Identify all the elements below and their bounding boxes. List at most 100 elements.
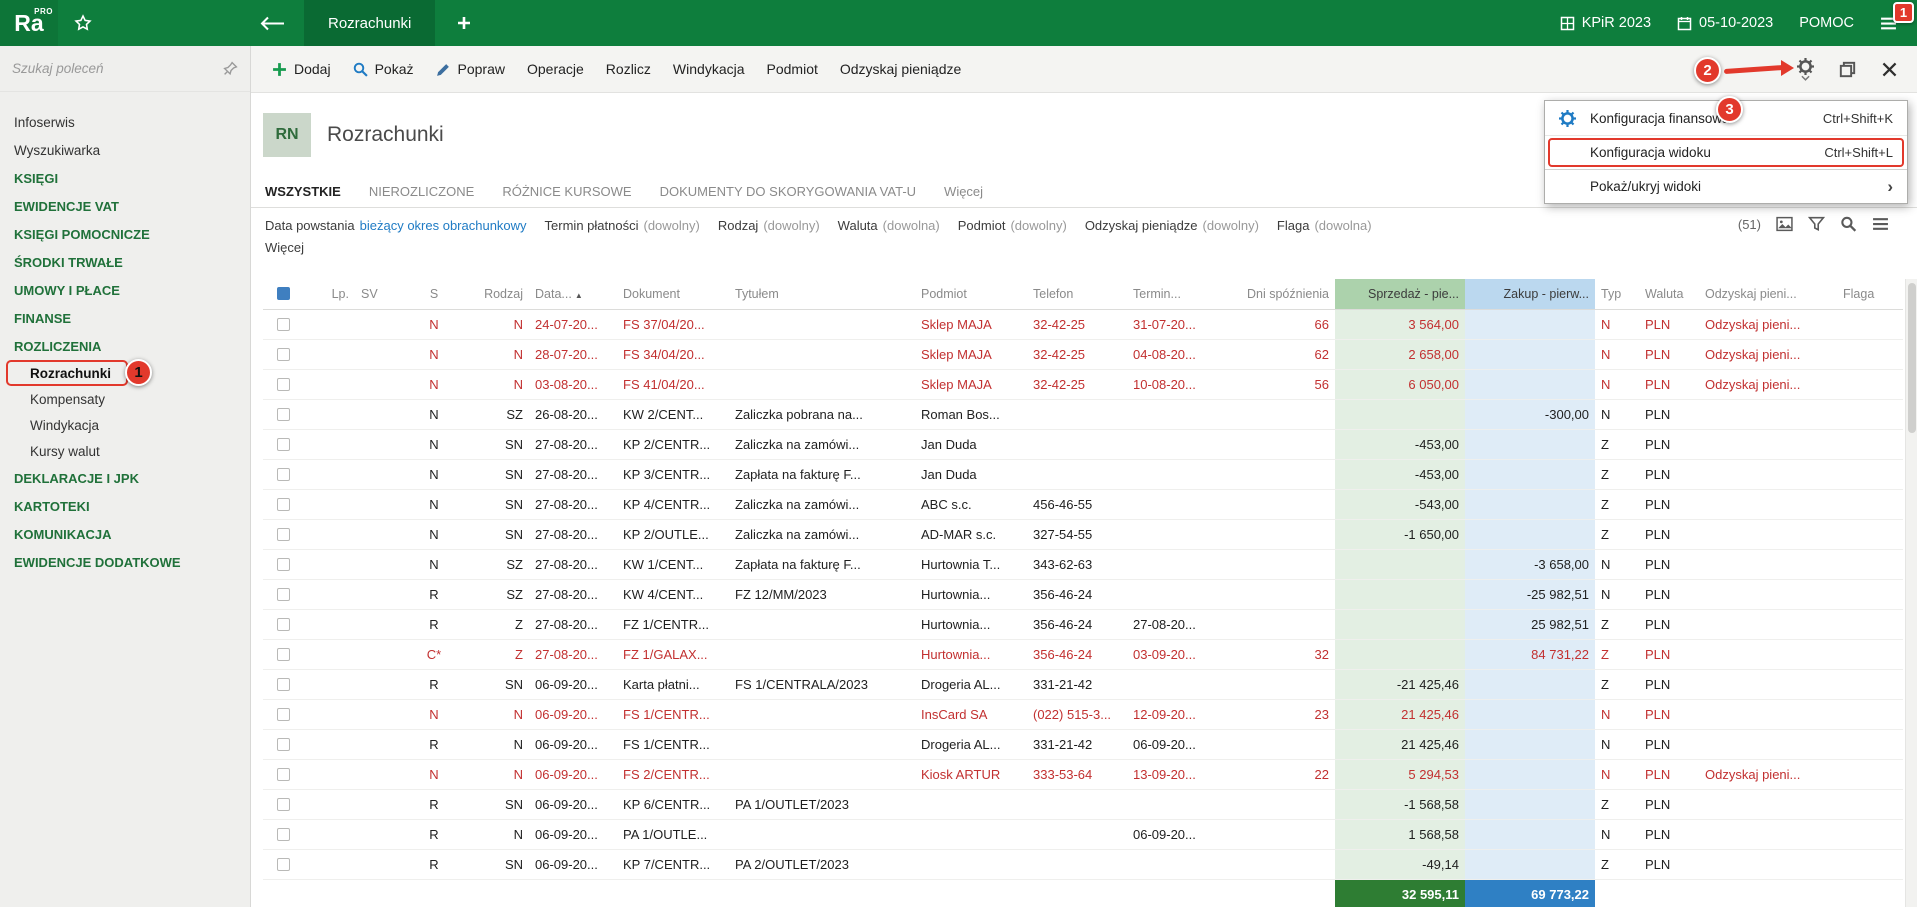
sidebar-item-srodki-trwale[interactable]: ŚRODKI TRWAŁE	[0, 248, 250, 276]
cell-cb[interactable]	[263, 759, 303, 789]
sidebar-item-infoserwis[interactable]: Infoserwis	[0, 108, 250, 136]
app-logo[interactable]: Ra PRO	[0, 0, 58, 46]
row-checkbox[interactable]	[277, 558, 290, 571]
cell-cb[interactable]	[263, 819, 303, 849]
tab-dokumenty-do-skorygowania-vat-u[interactable]: DOKUMENTY DO SKORYGOWANIA VAT-U	[660, 184, 916, 199]
scrollbar-thumb[interactable]	[1908, 283, 1916, 433]
back-arrow-icon[interactable]	[250, 0, 294, 46]
close-icon[interactable]	[1871, 50, 1907, 88]
search-list-icon[interactable]	[1840, 216, 1857, 232]
recover-money-link[interactable]: Odzyskaj pieni...	[1705, 377, 1800, 392]
help-button[interactable]: POMOC	[1799, 15, 1854, 31]
sidebar-item-wyszukiwarka[interactable]: Wyszukiwarka	[0, 136, 250, 164]
sidebar-item-kartoteki[interactable]: KARTOTEKI	[0, 492, 250, 520]
column-header-podmiot[interactable]: Podmiot	[915, 279, 1027, 309]
column-header-typ[interactable]: Typ	[1595, 279, 1639, 309]
tab-roznice-kursowe[interactable]: RÓŻNICE KURSOWE	[502, 184, 631, 199]
row-checkbox[interactable]	[277, 708, 290, 721]
row-checkbox[interactable]	[277, 348, 290, 361]
table-row[interactable]: NSN27-08-20...KP 2/OUTLE...Zaliczka na z…	[263, 519, 1903, 549]
column-header-telefon[interactable]: Telefon	[1027, 279, 1127, 309]
row-checkbox[interactable]	[277, 798, 290, 811]
column-header-dni[interactable]: Dni spóźnienia	[1217, 279, 1335, 309]
column-header-termin[interactable]: Termin...	[1127, 279, 1217, 309]
table-row[interactable]: RZ27-08-20...FZ 1/CENTR...Hurtownia...35…	[263, 609, 1903, 639]
cell-cb[interactable]	[263, 519, 303, 549]
vertical-scrollbar[interactable]	[1905, 279, 1917, 907]
sidebar-item-komunikacja[interactable]: KOMUNIKACJA	[0, 520, 250, 548]
company-selector[interactable]: KPiR 2023	[1560, 15, 1651, 31]
recover-money-link[interactable]: Odzyskaj pieni...	[1705, 317, 1800, 332]
toolbar-button-rozlicz[interactable]: Rozlicz	[595, 55, 662, 83]
notification-badge[interactable]: 1	[1893, 2, 1914, 23]
cell-cb[interactable]	[263, 489, 303, 519]
sidebar-item-kompensaty[interactable]: Kompensaty	[0, 386, 250, 412]
toolbar-button-pokaz[interactable]: Pokaż	[342, 55, 425, 83]
row-checkbox[interactable]	[277, 678, 290, 691]
favorites-star-icon[interactable]	[66, 6, 100, 40]
row-checkbox[interactable]	[277, 828, 290, 841]
new-tab-plus-icon[interactable]	[447, 6, 481, 40]
filter-funnel-icon[interactable]	[1808, 216, 1825, 232]
cell-cb[interactable]	[263, 399, 303, 429]
command-search-input[interactable]: Szukaj poleceń	[0, 46, 250, 92]
table-row[interactable]: RN06-09-20...FS 1/CENTR...Drogeria AL...…	[263, 729, 1903, 759]
list-menu-icon[interactable]	[1872, 216, 1889, 232]
cell-cb[interactable]	[263, 429, 303, 459]
sidebar-item-finanse[interactable]: FINANSE	[0, 304, 250, 332]
filters-more-link[interactable]: Więcej	[265, 240, 304, 255]
row-checkbox[interactable]	[277, 438, 290, 451]
table-row[interactable]: NSZ26-08-20...KW 2/CENT...Zaliczka pobra…	[263, 399, 1903, 429]
row-checkbox[interactable]	[277, 378, 290, 391]
column-header-dokument[interactable]: Dokument	[617, 279, 729, 309]
sidebar-item-ewidencje-dodatkowe[interactable]: EWIDENCJE DODATKOWE	[0, 548, 250, 576]
row-checkbox[interactable]	[277, 648, 290, 661]
menu-item-konfiguracja-widoku[interactable]: Konfiguracja widokuCtrl+Shift+L	[1545, 135, 1907, 169]
table-row[interactable]: NSN27-08-20...KP 3/CENTR...Zapłata na fa…	[263, 459, 1903, 489]
table-row[interactable]: RSN06-09-20...Karta płatni...FS 1/CENTRA…	[263, 669, 1903, 699]
cell-cb[interactable]	[263, 849, 303, 879]
sidebar-item-rozrachunki[interactable]: Rozrachunki1	[0, 360, 250, 386]
column-header-cb[interactable]	[263, 279, 303, 309]
cell-cb[interactable]	[263, 459, 303, 489]
column-header-lp[interactable]: Lp.	[303, 279, 355, 309]
table-row[interactable]: NN03-08-20...FS 41/04/20...Sklep MAJA32-…	[263, 369, 1903, 399]
sidebar-item-umowy-i-place[interactable]: UMOWY I PŁACE	[0, 276, 250, 304]
table-row[interactable]: C*Z27-08-20...FZ 1/GALAX...Hurtownia...3…	[263, 639, 1903, 669]
table-row[interactable]: RN06-09-20...PA 1/OUTLE...06-09-20...1 5…	[263, 819, 1903, 849]
cell-cb[interactable]	[263, 699, 303, 729]
cell-cb[interactable]	[263, 309, 303, 339]
toolbar-button-odzyskaj-pieniadze[interactable]: Odzyskaj pieniądze	[829, 55, 972, 83]
filter-podmiot[interactable]: Podmiot(dowolny)	[958, 218, 1067, 233]
column-header-sv[interactable]: SV	[355, 279, 403, 309]
filter-odzyskaj-pieniadze[interactable]: Odzyskaj pieniądze(dowolny)	[1085, 218, 1259, 233]
table-row[interactable]: RSZ27-08-20...KW 4/CENT...FZ 12/MM/2023H…	[263, 579, 1903, 609]
table-row[interactable]: NN06-09-20...FS 2/CENTR...Kiosk ARTUR333…	[263, 759, 1903, 789]
sidebar-item-rozliczenia[interactable]: ROZLICZENIA	[0, 332, 250, 360]
toolbar-button-podmiot[interactable]: Podmiot	[756, 55, 829, 83]
table-row[interactable]: RSN06-09-20...KP 7/CENTR...PA 2/OUTLET/2…	[263, 849, 1903, 879]
column-header-zakup[interactable]: Zakup - pierw...	[1465, 279, 1595, 309]
column-header-s[interactable]: S	[403, 279, 465, 309]
row-checkbox[interactable]	[277, 408, 290, 421]
table-row[interactable]: RSN06-09-20...KP 6/CENTR...PA 1/OUTLET/2…	[263, 789, 1903, 819]
table-row[interactable]: NSZ27-08-20...KW 1/CENT...Zapłata na fak…	[263, 549, 1903, 579]
sidebar-item-kursy-walut[interactable]: Kursy walut	[0, 438, 250, 464]
recover-money-link[interactable]: Odzyskaj pieni...	[1705, 767, 1800, 782]
menu-item-pokaz-ukryj-widoki[interactable]: Pokaż/ukryj widoki›	[1545, 169, 1907, 203]
cell-cb[interactable]	[263, 579, 303, 609]
column-header-rodzaj[interactable]: Rodzaj	[465, 279, 529, 309]
cell-cb[interactable]	[263, 669, 303, 699]
table-row[interactable]: NN06-09-20...FS 1/CENTR...InsCard SA(022…	[263, 699, 1903, 729]
toolbar-button-dodaj[interactable]: Dodaj	[261, 55, 342, 83]
toolbar-button-windykacja[interactable]: Windykacja	[662, 55, 756, 83]
row-checkbox[interactable]	[277, 738, 290, 751]
image-column-icon[interactable]	[1776, 216, 1793, 232]
tab-wiecej[interactable]: Więcej	[944, 184, 983, 199]
filter-termin-platnosci[interactable]: Termin płatności(dowolny)	[545, 218, 700, 233]
cell-cb[interactable]	[263, 549, 303, 579]
sidebar-item-ksiegi-pomocnicze[interactable]: KSIĘGI POMOCNICZE	[0, 220, 250, 248]
module-tab[interactable]: Rozrachunki	[304, 0, 435, 46]
pin-icon[interactable]	[223, 61, 238, 76]
cell-cb[interactable]	[263, 369, 303, 399]
